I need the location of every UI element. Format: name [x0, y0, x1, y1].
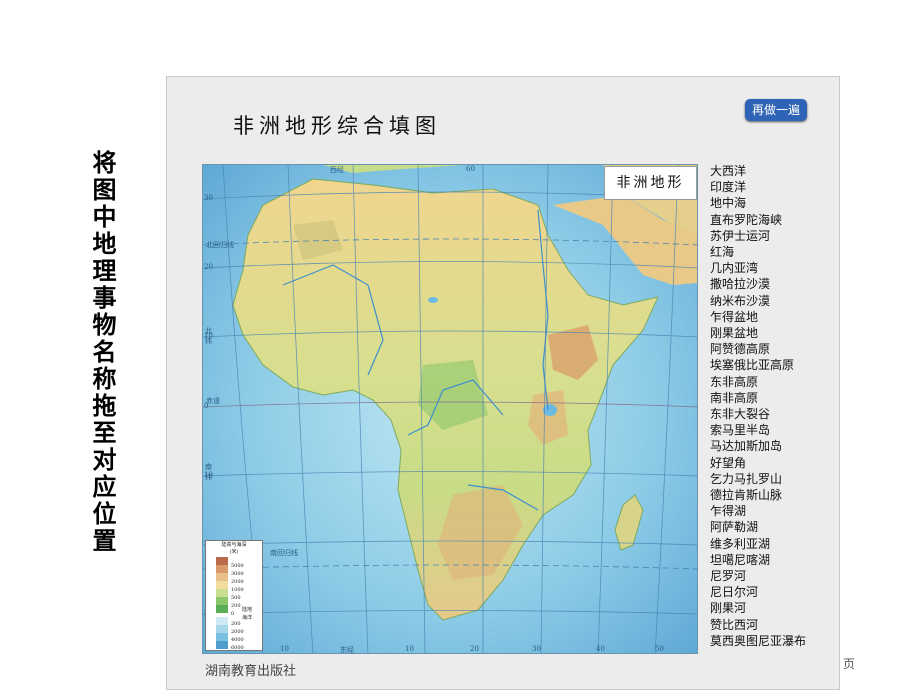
africa-terrain-map: [203, 165, 697, 653]
drag-label[interactable]: 纳米布沙漠: [710, 293, 806, 309]
lake-victoria: [543, 404, 557, 416]
legend-value: 6000: [231, 645, 244, 651]
west-lon-label: 西经: [330, 166, 344, 174]
legend-swatch: [216, 565, 228, 573]
north-lat-label: 北纬: [205, 327, 212, 345]
drag-label[interactable]: 阿赞德高原: [710, 341, 806, 357]
elevation-legend: 陆高与海深 (米) 5000 3000 2000 1000 500 200 0 …: [205, 540, 263, 651]
equator-label: 赤道: [206, 397, 220, 405]
legend-value: 3000: [231, 571, 244, 577]
drag-label[interactable]: 尼罗河: [710, 568, 806, 584]
drag-label[interactable]: 埃塞俄比亚高原: [710, 357, 806, 373]
lake-chad: [428, 297, 438, 303]
drag-label[interactable]: 尼日尔河: [710, 584, 806, 600]
legend-value: 2000: [231, 629, 244, 635]
legend-unit: (米): [229, 549, 239, 555]
tropic-capricorn-label: 南回归线: [270, 549, 298, 557]
legend-value: 200: [231, 621, 241, 627]
africa-map[interactable]: [202, 164, 698, 654]
drag-label[interactable]: 东非高原: [710, 374, 806, 390]
drag-label[interactable]: 阿萨勒湖: [710, 519, 806, 535]
legend-swatch: [216, 625, 228, 633]
legend-swatch: [216, 597, 228, 605]
legend-swatch: [216, 641, 228, 649]
lon-label: 40: [596, 645, 605, 653]
drag-label[interactable]: 直布罗陀海峡: [710, 212, 806, 228]
page-footer: 页: [843, 657, 856, 671]
legend-swatch: [216, 605, 228, 613]
east-lon-label: 东经: [340, 646, 354, 654]
legend-swatch: [216, 633, 228, 641]
drag-label[interactable]: 东非大裂谷: [710, 406, 806, 422]
redo-button[interactable]: 再做一遍: [745, 99, 807, 121]
drag-label[interactable]: 乍得湖: [710, 503, 806, 519]
legend-value: 500: [231, 595, 241, 601]
lon-label: 30: [532, 645, 541, 653]
south-lat-label: 南纬: [205, 463, 212, 481]
lon-label: 10: [405, 645, 414, 653]
drag-label[interactable]: 莫西奥图尼亚瀑布: [710, 633, 806, 649]
lat-label: 20: [204, 263, 213, 271]
drag-label[interactable]: 好望角: [710, 455, 806, 471]
drag-label[interactable]: 撒哈拉沙漠: [710, 276, 806, 292]
legend-value: 2000: [231, 579, 244, 585]
drag-label[interactable]: 大西洋: [710, 163, 806, 179]
legend-swatch: [216, 617, 228, 625]
legend-value: 1000: [231, 587, 244, 593]
drag-label[interactable]: 刚果盆地: [710, 325, 806, 341]
legend-land-label: 陆地: [242, 607, 253, 613]
drag-label[interactable]: 维多利亚湖: [710, 536, 806, 552]
legend-value: 4000: [231, 637, 244, 643]
drag-label[interactable]: 红海: [710, 244, 806, 260]
drag-label[interactable]: 几内亚湾: [710, 260, 806, 276]
drag-label[interactable]: 乍得盆地: [710, 309, 806, 325]
lon-label: 60: [466, 165, 475, 173]
instruction-text: 将图中地理事物名称拖至对应位置: [88, 150, 117, 555]
drag-label[interactable]: 坦噶尼喀湖: [710, 552, 806, 568]
lon-label: 20: [470, 645, 479, 653]
legend-value: 5000: [231, 563, 244, 569]
tropic-cancer-label: 北回归线: [206, 241, 234, 249]
publisher-name: 湖南教育出版社: [205, 664, 297, 679]
legend-swatch: [216, 573, 228, 581]
lon-label: 10: [280, 645, 289, 653]
lat-label: 30: [204, 194, 213, 202]
drag-label[interactable]: 印度洋: [710, 179, 806, 195]
legend-value: 200: [231, 603, 241, 609]
drag-label[interactable]: 苏伊士运河: [710, 228, 806, 244]
drag-label[interactable]: 刚果河: [710, 600, 806, 616]
drag-label[interactable]: 赞比西河: [710, 617, 806, 633]
drag-label[interactable]: 索马里半岛: [710, 422, 806, 438]
lon-label: 50: [655, 645, 664, 653]
drag-label[interactable]: 南非高原: [710, 390, 806, 406]
drag-label[interactable]: 马达加斯加岛: [710, 438, 806, 454]
map-caption: 非洲地形: [604, 166, 697, 200]
legend-title: 陆高与海深: [221, 542, 247, 548]
legend-swatch: [216, 589, 228, 597]
panel-title: 非洲地形综合填图: [233, 114, 441, 138]
drag-label[interactable]: 乞力马扎罗山: [710, 471, 806, 487]
legend-swatch: [216, 557, 228, 565]
legend-sea-label: 海洋: [242, 615, 253, 621]
legend-value: 0: [231, 611, 235, 617]
legend-swatch: [216, 581, 228, 589]
drag-label[interactable]: 地中海: [710, 195, 806, 211]
drag-label[interactable]: 德拉肯斯山脉: [710, 487, 806, 503]
draggable-label-list: 大西洋 印度洋 地中海 直布罗陀海峡 苏伊士运河 红海 几内亚湾 撒哈拉沙漠 纳…: [710, 163, 806, 649]
